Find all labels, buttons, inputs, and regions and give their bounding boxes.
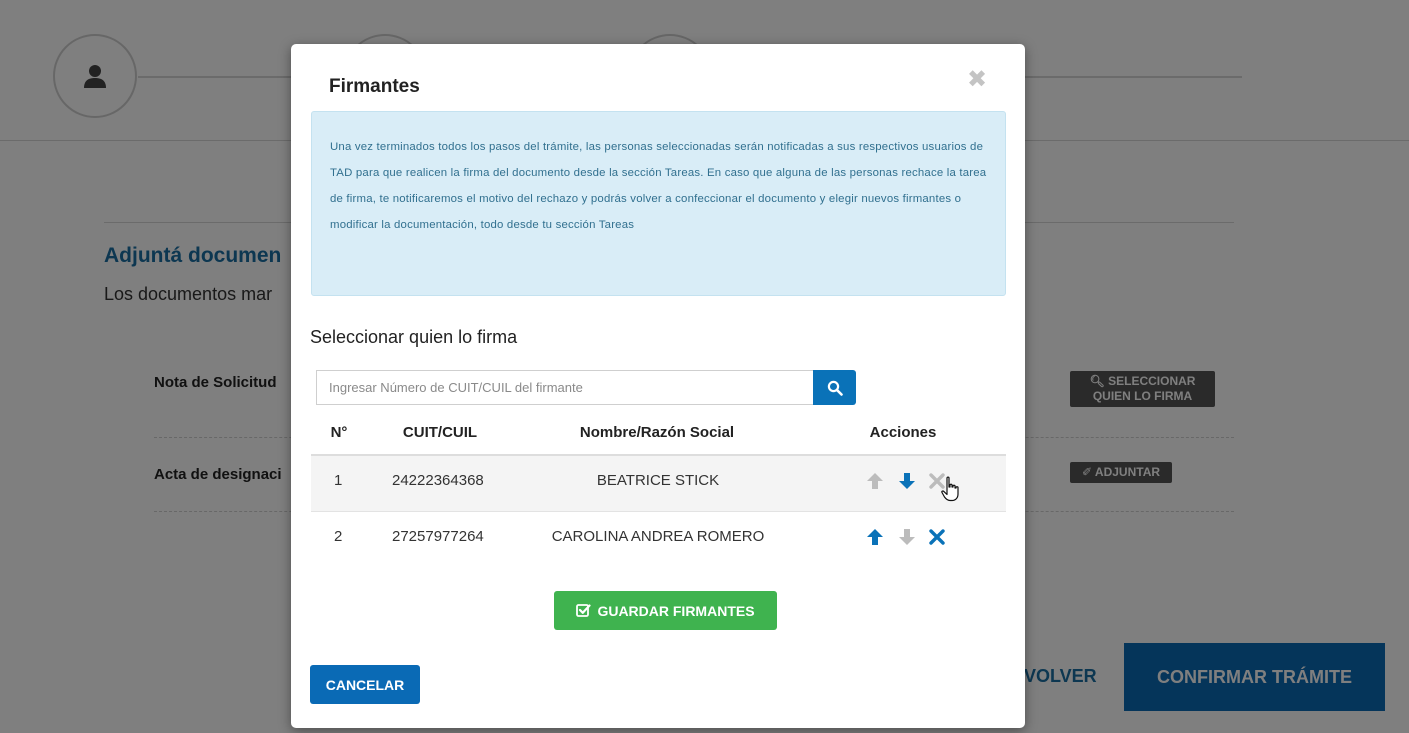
firmantes-modal: Firmantes ✖ Una vez terminados todos los… (291, 44, 1025, 728)
search-icon (827, 380, 843, 396)
cuit-search-input[interactable] (316, 370, 813, 405)
modal-title: Firmantes (329, 76, 420, 97)
row-name: CAROLINA ANDREA ROMERO (551, 528, 765, 545)
arrow-down-icon[interactable] (897, 470, 917, 492)
row-number: 1 (334, 472, 343, 489)
select-signer-title: Seleccionar quien lo firma (310, 327, 518, 347)
search-button[interactable] (813, 370, 856, 405)
info-text: Una vez terminados todos los pasos del t… (330, 141, 987, 231)
page: Adjuntá documen Los documentos mar Nota … (0, 0, 1409, 733)
arrow-up-icon[interactable] (865, 470, 885, 492)
save-signers-button[interactable]: GUARDAR FIRMANTES (554, 591, 777, 630)
col-header-name: Nombre/Razón Social (579, 424, 735, 441)
remove-icon[interactable] (927, 526, 947, 548)
row-number: 2 (334, 528, 343, 545)
row-cuit: 27257977264 (392, 528, 484, 545)
hand-cursor-icon (941, 476, 959, 502)
info-alert: Una vez terminados todos los pasos del t… (311, 111, 1006, 296)
cancel-button[interactable]: CANCELAR (310, 665, 420, 704)
check-square-icon (576, 604, 592, 617)
arrow-down-icon[interactable] (897, 526, 917, 548)
col-header-actions: Acciones (869, 424, 937, 441)
arrow-up-icon[interactable] (865, 526, 885, 548)
col-header-no: N° (330, 424, 348, 441)
close-icon[interactable]: ✖ (965, 68, 989, 92)
table-row: 2 27257977264 CAROLINA ANDREA ROMERO (311, 512, 1006, 568)
row-name: BEATRICE STICK (596, 472, 720, 489)
row-cuit: 24222364368 (392, 472, 484, 489)
table-row: 1 24222364368 BEATRICE STICK (311, 456, 1006, 512)
col-header-cuit: CUIT/CUIL (402, 424, 478, 441)
